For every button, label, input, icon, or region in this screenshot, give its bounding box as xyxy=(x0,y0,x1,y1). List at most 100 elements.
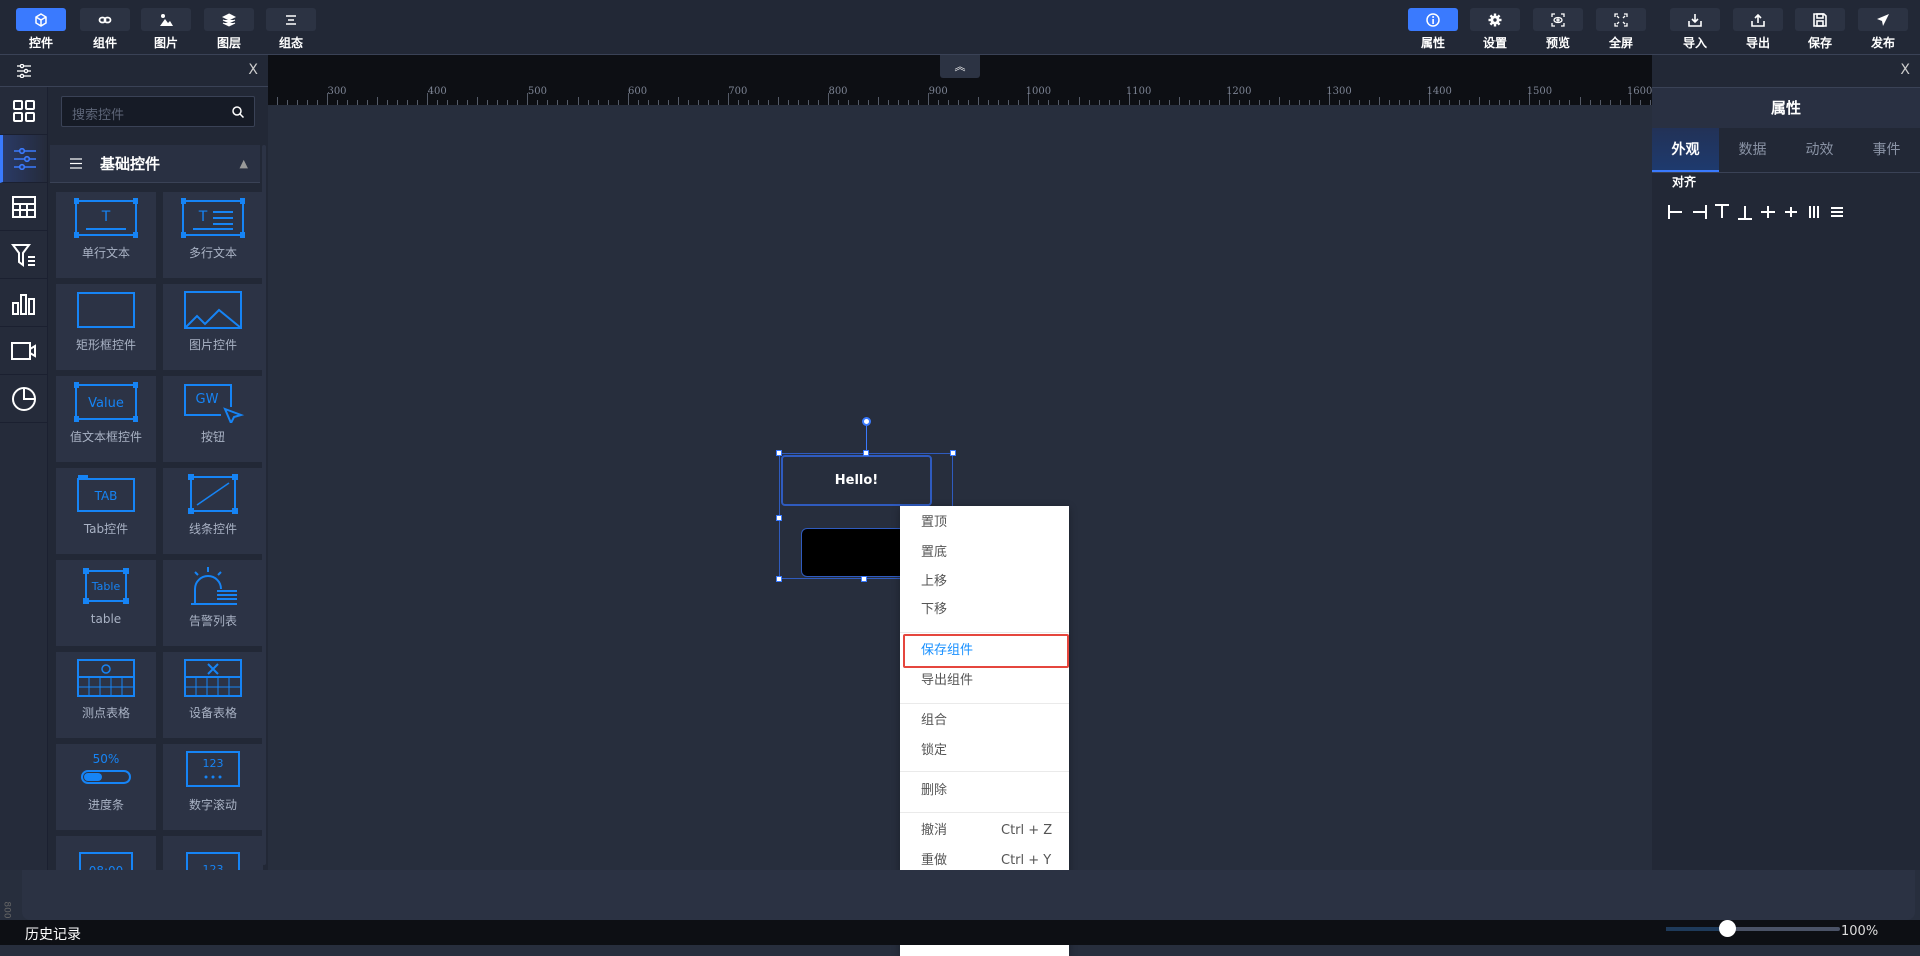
resize-handle[interactable] xyxy=(863,450,869,456)
ruler-tick xyxy=(767,100,769,105)
align-icon-6[interactable] xyxy=(1806,204,1822,220)
ruler-tick xyxy=(667,100,669,105)
toolbar-button-label: 预览 xyxy=(1545,36,1570,50)
align-icon-4[interactable] xyxy=(1760,204,1776,220)
menu-item[interactable]: 置底 xyxy=(900,538,1069,568)
toolbar-left-button-0[interactable] xyxy=(16,8,66,31)
control-tile[interactable]: T 多行文本 xyxy=(163,192,263,278)
tab-3[interactable]: 事件 xyxy=(1853,128,1920,172)
menu-item[interactable]: 组合 xyxy=(900,706,1069,736)
close-right-panel[interactable]: X xyxy=(1900,62,1910,78)
ruler-tick xyxy=(1008,100,1010,105)
align-icon-0[interactable] xyxy=(1668,204,1684,220)
control-tile-icon: Value xyxy=(74,376,138,428)
collapse-toolbar-button[interactable]: ︽ xyxy=(940,55,980,78)
menu-item[interactable]: 置顶 xyxy=(900,508,1069,538)
menu-item[interactable]: 撤消 Ctrl + Z xyxy=(900,816,1069,846)
control-tile[interactable]: TAB Tab控件 xyxy=(56,468,156,554)
black-button-element[interactable] xyxy=(801,528,911,577)
ruler-tick xyxy=(807,100,809,105)
svg-text:Table: Table xyxy=(91,580,121,593)
search-input[interactable]: 搜索控件 xyxy=(61,96,255,127)
control-tile[interactable]: 图片控件 xyxy=(163,284,263,370)
toolbar-right-button-6[interactable] xyxy=(1795,8,1845,31)
menu-item[interactable]: 锁定 xyxy=(900,736,1069,766)
tab-1[interactable]: 数据 xyxy=(1719,128,1786,172)
resize-handle[interactable] xyxy=(776,576,782,582)
toolbar-right-button-5[interactable] xyxy=(1733,8,1783,31)
ruler-tick xyxy=(367,100,369,105)
ruler-tick xyxy=(397,100,399,105)
ruler-tick xyxy=(868,100,870,105)
strip-grid[interactable] xyxy=(0,87,47,135)
zoom-slider-thumb[interactable] xyxy=(1718,920,1736,937)
hello-text-box[interactable]: Hello! xyxy=(781,455,932,506)
tab-0[interactable]: 外观 xyxy=(1652,128,1719,172)
strip-basic-controls[interactable] xyxy=(0,135,47,183)
strip-chart[interactable] xyxy=(0,279,47,327)
ruler-tick xyxy=(567,100,569,105)
menu-item[interactable]: 上移 xyxy=(900,567,1069,597)
control-tile[interactable]: GW 按钮 xyxy=(163,376,263,462)
toolbar-left-button-3[interactable] xyxy=(204,8,254,31)
control-tile-label: 多行文本 xyxy=(188,246,237,260)
control-tile[interactable]: T 单行文本 xyxy=(56,192,156,278)
control-tile[interactable]: 线条控件 xyxy=(163,468,263,554)
ruler-tick xyxy=(647,100,649,105)
ruler-tick xyxy=(1248,100,1250,105)
toolbar-right-button-7[interactable] xyxy=(1858,8,1908,31)
history-button[interactable]: 历史记录 xyxy=(25,924,81,944)
resize-handle[interactable] xyxy=(776,450,782,456)
tab-2[interactable]: 动效 xyxy=(1786,128,1853,172)
category-header[interactable]: 基础控件 ▲ xyxy=(50,145,260,183)
ruler-tick xyxy=(777,97,779,105)
toolbar-left-button-2[interactable] xyxy=(141,8,191,31)
align-icon-2[interactable] xyxy=(1714,204,1730,220)
ruler-tick xyxy=(1419,100,1421,105)
strip-table[interactable] xyxy=(0,183,47,231)
properties-panel: X 属性 对齐 外观 数据 动效 事件 xyxy=(1652,55,1920,870)
control-tile[interactable]: Table table xyxy=(56,560,156,646)
menu-item[interactable]: 下移 xyxy=(900,595,1069,625)
chevron-up-icon[interactable]: ▲ xyxy=(240,157,248,170)
menu-item[interactable]: 删除 xyxy=(900,776,1069,806)
strip-pie[interactable] xyxy=(0,375,47,423)
toolbar-right-button-0[interactable] xyxy=(1408,8,1458,31)
horizontal-scroll-panel[interactable] xyxy=(22,870,1915,920)
toolbar-right-button-3[interactable] xyxy=(1596,8,1646,31)
control-tile[interactable]: 测点表格 xyxy=(56,652,156,738)
resize-handle[interactable] xyxy=(776,515,782,521)
control-tile[interactable]: 123 xyxy=(163,836,263,870)
toolbar-right-button-2[interactable] xyxy=(1533,8,1583,31)
control-tile[interactable]: 设备表格 xyxy=(163,652,263,738)
strip-filter[interactable] xyxy=(0,231,47,279)
rotate-handle[interactable] xyxy=(862,417,871,426)
control-tile[interactable]: Value 值文本框控件 xyxy=(56,376,156,462)
toolbar-left-button-4[interactable] xyxy=(266,8,316,31)
toolbar-left-button-1[interactable] xyxy=(80,8,130,31)
menu-item[interactable]: 保存组件 xyxy=(903,634,1069,668)
align-icon-5[interactable] xyxy=(1783,204,1799,220)
close-left-panel[interactable]: X xyxy=(248,62,258,78)
align-icon-3[interactable] xyxy=(1737,204,1753,220)
resize-handle[interactable] xyxy=(861,576,867,582)
strip-video[interactable] xyxy=(0,327,47,375)
zoom-slider[interactable] xyxy=(1666,920,1840,937)
control-tile[interactable]: 矩形框控件 xyxy=(56,284,156,370)
ruler-tick xyxy=(1379,97,1381,105)
resize-handle[interactable] xyxy=(950,450,956,456)
menu-item[interactable]: 导出组件 xyxy=(900,666,1069,696)
align-toolbar xyxy=(1668,204,1845,220)
toolbar-right-button-4[interactable] xyxy=(1670,8,1720,31)
align-icon-7[interactable] xyxy=(1829,204,1845,220)
control-tile[interactable]: 50% 进度条 xyxy=(56,744,156,830)
ruler-tick xyxy=(587,100,589,105)
panel-scrollbar[interactable] xyxy=(262,145,266,865)
control-tile[interactable]: 告警列表 xyxy=(163,560,263,646)
ruler-label: 1400 xyxy=(1426,86,1452,97)
control-tile[interactable]: 123 数字滚动 xyxy=(163,744,263,830)
toolbar-right-button-1[interactable] xyxy=(1470,8,1520,31)
align-icon-1[interactable] xyxy=(1691,204,1707,220)
search-icon[interactable] xyxy=(232,106,244,118)
control-tile[interactable]: 08:00 xyxy=(56,836,156,870)
